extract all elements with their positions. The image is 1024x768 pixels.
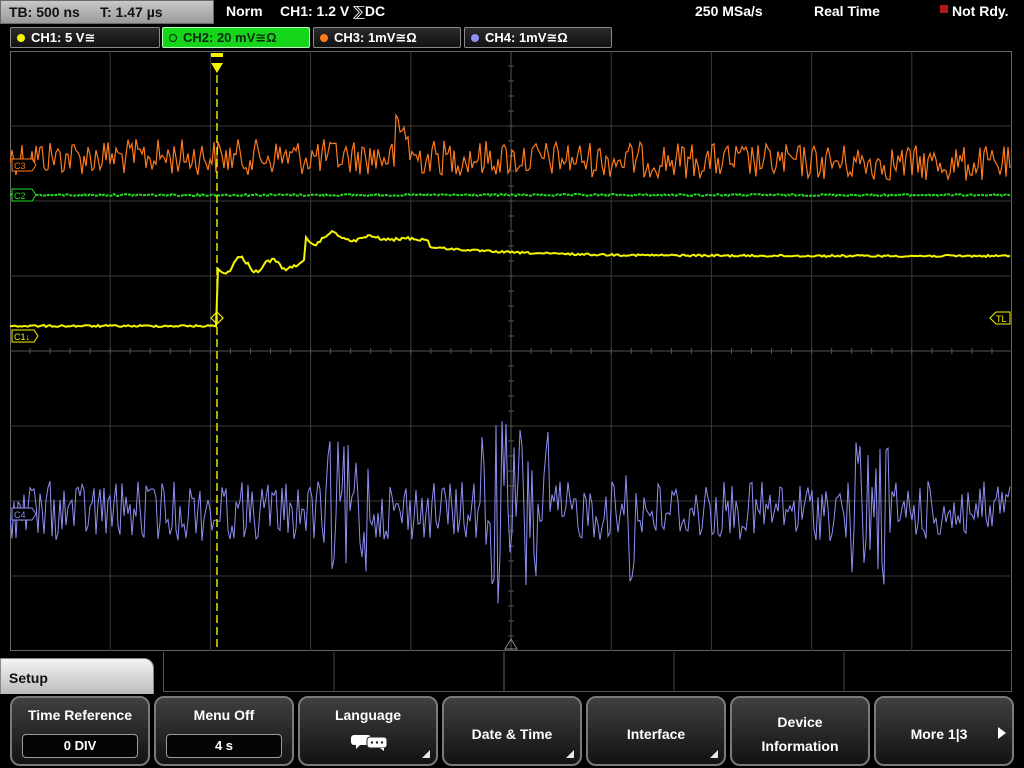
trigger-position-marker[interactable] (211, 53, 223, 651)
waveform-display[interactable]: C3 C2 C1↓ C4 TL (10, 51, 1012, 651)
trigger-mode[interactable]: Norm (226, 3, 263, 19)
zoom-strip (163, 652, 1012, 692)
ch2-color-icon (169, 34, 177, 42)
softkey-menu: Time Reference 0 DIV Menu Off 4 s Langua… (0, 694, 1024, 768)
ch2-waveform (10, 192, 1011, 198)
svg-text:C3: C3 (14, 161, 26, 171)
language-button[interactable]: Language (298, 696, 438, 766)
channel-tabs: CH1: 5 V≅ CH2: 20 mV≅Ω CH3: 1mV≅Ω CH4: 1… (0, 27, 1024, 49)
time-reference-button[interactable]: Time Reference 0 DIV (10, 696, 150, 766)
more-label: More 1|3 (910, 726, 968, 742)
menu-title: Setup (9, 670, 48, 686)
ch3-label: CH3: 1mV≅Ω (334, 30, 417, 45)
status-bar: TB: 500 ns T: 1.47 µs Norm CH1: 1.2 V ⅀D… (0, 0, 1024, 26)
menu-off-button[interactable]: Menu Off 4 s (154, 696, 294, 766)
device-information-label-line1: Device (777, 714, 823, 730)
tab-ch4[interactable]: CH4: 1mV≅Ω (464, 27, 612, 48)
sample-rate: 250 MSa/s (695, 3, 763, 19)
svg-text:TL: TL (996, 314, 1007, 324)
more-button[interactable]: More 1|3 (874, 696, 1014, 766)
timebase-readout: TB: 500 ns (9, 4, 80, 20)
ch3-color-icon (320, 34, 328, 42)
interface-button[interactable]: Interface (586, 696, 726, 766)
ch4-label: CH4: 1mV≅Ω (485, 30, 568, 45)
ch1-waveform (10, 229, 1011, 329)
date-time-button[interactable]: Date & Time (442, 696, 582, 766)
timebase-box[interactable]: TB: 500 ns T: 1.47 µs (0, 0, 214, 24)
display-grid (10, 51, 1012, 651)
ch1-label: CH1: 5 V≅ (31, 30, 96, 45)
date-time-label: Date & Time (471, 726, 553, 742)
acquisition-status: Not Rdy. (952, 3, 1009, 19)
tab-ch3[interactable]: CH3: 1mV≅Ω (313, 27, 461, 48)
device-information-label-line2: Information (761, 738, 839, 754)
status-indicator-icon (940, 5, 948, 13)
svg-text:C4: C4 (14, 510, 26, 520)
tab-ch2[interactable]: CH2: 20 mV≅Ω (162, 27, 310, 48)
svg-text:C2: C2 (14, 191, 26, 201)
ch4-offset-marker[interactable]: C4 (11, 507, 37, 521)
ch2-offset-marker[interactable]: C2 (11, 188, 37, 202)
menu-title-tab[interactable]: Setup (0, 658, 154, 698)
time-reference-value[interactable]: 0 DIV (22, 734, 138, 758)
device-information-button[interactable]: Device Information (730, 696, 870, 766)
svg-text:C1↓: C1↓ (14, 332, 30, 342)
language-label: Language (334, 707, 402, 723)
trigger-source[interactable]: CH1: 1.2 V ⅀DC (280, 3, 385, 20)
ch2-label: CH2: 20 mV≅Ω (183, 30, 277, 45)
trigger-level-marker[interactable]: TL (989, 311, 1011, 325)
interface-label: Interface (626, 726, 686, 742)
menu-off-label: Menu Off (193, 707, 255, 723)
submenu-indicator-icon (422, 750, 430, 758)
ch3-offset-marker[interactable]: C3 (11, 158, 37, 172)
menu-off-value[interactable]: 4 s (166, 734, 282, 758)
ch4-color-icon (471, 34, 479, 42)
submenu-indicator-icon (566, 750, 574, 758)
speech-bubbles-icon (351, 735, 388, 751)
ch1-color-icon (17, 34, 25, 42)
tab-ch1[interactable]: CH1: 5 V≅ (10, 27, 160, 48)
trigger-time-readout: T: 1.47 µs (100, 4, 163, 20)
submenu-indicator-icon (710, 750, 718, 758)
ch1-offset-marker[interactable]: C1↓ (11, 329, 39, 343)
next-page-icon (998, 727, 1006, 739)
time-reference-label: Time Reference (27, 707, 132, 723)
acquisition-mode[interactable]: Real Time (814, 3, 880, 19)
